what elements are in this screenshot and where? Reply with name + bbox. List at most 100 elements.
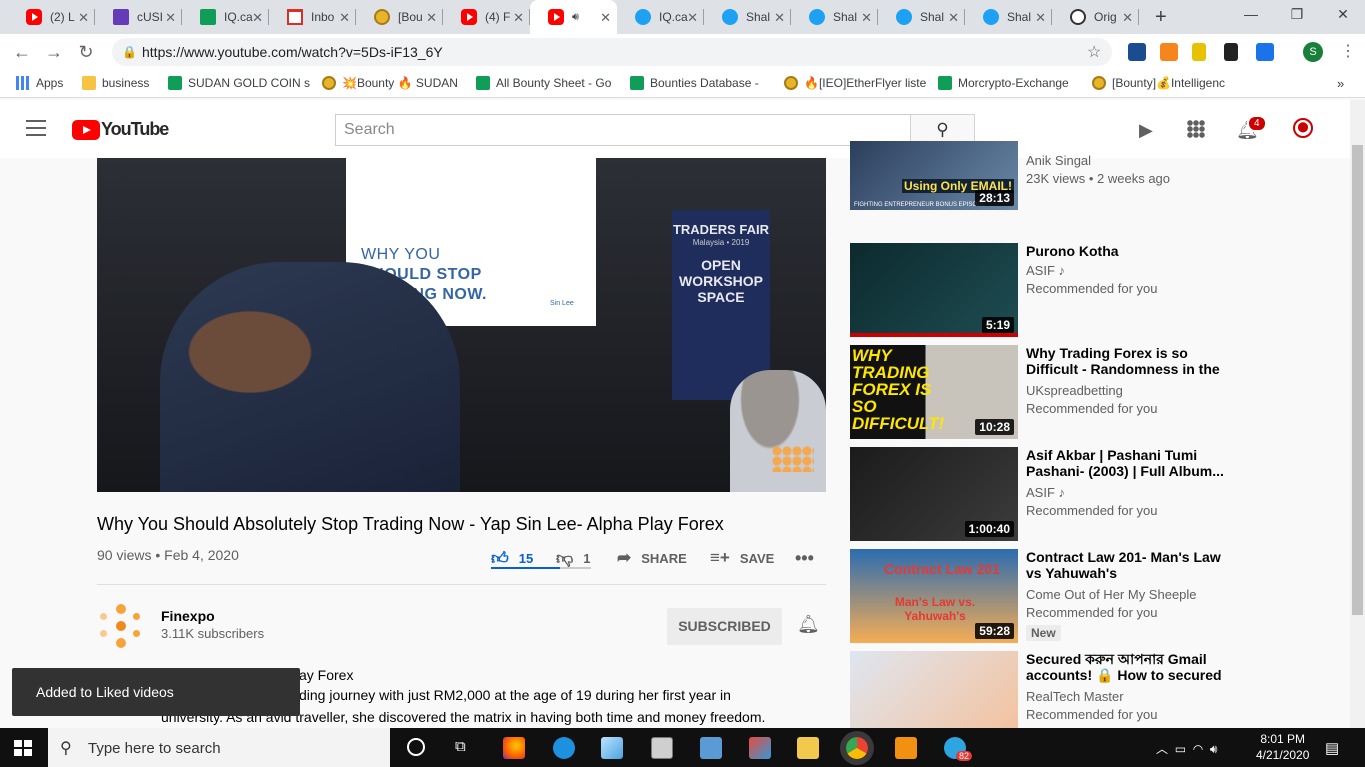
more-actions-icon[interactable]: ••• [795,548,814,569]
browser-tab[interactable]: IQ.ca ✕ [182,0,269,34]
bookmark-item[interactable]: All Bounty Sheet - Go [476,76,621,90]
browser-tab[interactable]: Orig ✕ [1052,0,1139,34]
taskbar-search-input[interactable]: Type here to search [48,728,390,767]
video-thumbnail[interactable]: 1:00:40 [850,447,1018,541]
extension-p-icon[interactable] [1128,43,1146,61]
dislike-button[interactable]: 👎︎ 1 [556,548,591,569]
bookmark-item[interactable]: [Bounty]💰Intelligenc [1092,76,1232,90]
minimize-button[interactable]: — [1236,6,1266,22]
video-thumbnail[interactable]: WHY TRADING FOREX IS SO DIFFICULT! 10:28 [850,345,1018,439]
subscribe-button[interactable]: SUBSCRIBED [667,608,782,645]
apps-grid-icon[interactable] [1187,120,1205,138]
youtube-logo-icon[interactable] [72,120,100,140]
tab-close-icon[interactable]: ✕ [513,10,524,26]
save-button[interactable]: ≡+ SAVE [710,548,774,568]
tray-chevron-icon[interactable]: ︿ [1156,742,1168,756]
video-thumbnail[interactable]: 5:19 [850,243,1018,337]
recommended-video-title[interactable]: Contract Law 201- Man's Law vs Yahuwah's [1026,549,1236,581]
browser-tab[interactable]: Shal ✕ [704,0,791,34]
browser-tab[interactable]: (4) F ✕ [443,0,530,34]
system-clock[interactable]: 8:01 PM 4/21/2020 [1256,731,1309,763]
edge-icon[interactable] [553,737,575,759]
tab-close-icon[interactable]: ✕ [774,10,785,26]
scrollbar-thumb[interactable] [1352,145,1363,615]
new-tab-button[interactable]: + [1155,6,1167,29]
file-explorer-icon[interactable] [797,737,819,759]
browser-tab[interactable]: [Bou ✕ [356,0,443,34]
back-button[interactable]: ← [12,42,32,63]
wifi-icon[interactable]: ◠ [1193,742,1203,756]
calculator-icon[interactable] [651,737,673,759]
lock-icon[interactable]: 🔒 [122,45,137,59]
create-video-icon[interactable]: ▶︎ [1139,120,1153,141]
app-icon[interactable] [700,737,722,759]
bookmark-item[interactable]: SUDAN GOLD COIN s [168,76,313,90]
bookmark-star-icon[interactable]: ☆ [1087,42,1101,62]
recommended-channel-name[interactable]: ASIF ♪ [1026,263,1065,278]
search-input[interactable]: Search [335,114,911,146]
browser-tab[interactable]: Shal ✕ [791,0,878,34]
recommended-video[interactable]: Contract Law 201 Man's Law vs. Yahuwah's 5… [850,549,1250,643]
recommended-video[interactable]: 1:00:40 Asif Akbar | Pashani Tumi Pashani… [850,447,1250,541]
metamask-icon[interactable] [1160,43,1178,61]
recommended-video[interactable]: 5:19 Purono Kotha ASIF ♪ Recommended for yo… [850,243,1250,337]
remote-desktop-icon[interactable] [601,737,623,759]
browser-tab[interactable]: 🔊︎ ✕ [530,0,617,34]
recommended-video-title[interactable]: Asif Akbar | Pashani Tumi Pashani- (2003… [1026,447,1236,479]
tab-close-icon[interactable]: ✕ [78,10,89,26]
tab-close-icon[interactable]: ✕ [861,10,872,26]
system-tray[interactable]: ︿ ▭ ◠ 🔊︎ [1156,740,1217,757]
tab-close-icon[interactable]: ✕ [687,10,698,26]
start-button-icon[interactable] [14,740,32,756]
url-text[interactable]: https://www.youtube.com/watch?v=5Ds-iF13… [142,44,443,60]
recommended-video-title[interactable]: Why Trading Forex is so Difficult - Rand… [1026,345,1236,379]
bookmark-item[interactable]: Morcrypto-Exchange [938,76,1083,90]
youtube-wordmark[interactable]: YouTube [101,119,169,140]
maximize-button[interactable]: ❐ [1282,6,1312,23]
video-thumbnail[interactable]: Contract Law 201 Man's Law vs. Yahuwah's 5… [850,549,1018,643]
recommended-video[interactable]: Using Only EMAIL! FIGHTING ENTREPRENEUR B… [850,141,1250,235]
bookmark-item[interactable]: Apps [16,76,72,90]
firefox-icon[interactable] [503,737,525,759]
video-thumbnail[interactable]: Using Only EMAIL! FIGHTING ENTREPRENEUR B… [850,141,1018,210]
chrome-menu-icon[interactable]: ⋮ [1340,41,1356,61]
tab-close-icon[interactable]: ✕ [1035,10,1046,26]
extension-check-icon[interactable] [1256,43,1274,61]
bookmark-item[interactable]: Bounties Database - [630,76,775,90]
browser-tab[interactable]: Shal ✕ [965,0,1052,34]
recommended-video-title[interactable]: Purono Kotha [1026,243,1236,259]
channel-notification-bell-icon[interactable]: 🔔︎ [797,614,820,635]
battery-icon[interactable]: ▭ [1175,742,1186,756]
channel-avatar[interactable] [97,604,145,648]
like-button[interactable]: 👍︎ 15 [491,548,533,569]
bookmark-item[interactable]: business [82,76,162,90]
paint-icon[interactable] [749,737,771,759]
cortana-icon[interactable] [407,738,425,756]
extension-bolt-icon[interactable] [1192,43,1206,61]
reload-button[interactable]: ↻ [76,42,96,63]
browser-tab[interactable]: cUSI ✕ [95,0,182,34]
tab-close-icon[interactable]: ✕ [252,10,263,26]
recommended-video-title[interactable]: Secured করুন আপনার Gmail accounts! 🔒 How… [1026,651,1236,685]
bookmark-item[interactable]: 🔥[IEO]EtherFlyer liste [784,76,929,90]
tab-close-icon[interactable]: ✕ [948,10,959,26]
tab-close-icon[interactable]: ✕ [339,10,350,26]
tab-close-icon[interactable]: ✕ [165,10,176,26]
browser-tab[interactable]: Shal ✕ [878,0,965,34]
action-center-icon[interactable]: ▤ [1325,739,1339,757]
browser-tab[interactable]: (2) L ✕ [8,0,95,34]
tab-close-icon[interactable]: ✕ [1122,10,1133,26]
recommended-video[interactable]: WHY TRADING FOREX IS SO DIFFICULT! 10:28 W… [850,345,1250,439]
sublime-text-icon[interactable] [895,737,917,759]
account-avatar[interactable]: ⬤ [1293,118,1313,138]
profile-avatar[interactable]: S [1303,42,1323,62]
recommended-channel-name[interactable]: Come Out of Her My Sheeple [1026,587,1197,602]
audio-playing-icon[interactable]: 🔊︎ [572,11,579,24]
volume-icon[interactable]: 🔊︎ [1210,742,1218,756]
extension-m-icon[interactable] [1224,43,1238,61]
bookmark-item[interactable]: 💥Bounty 🔥 SUDAN [322,76,467,90]
share-button[interactable]: ➦ SHARE [617,548,687,568]
hamburger-menu-icon[interactable] [26,120,46,136]
channel-name[interactable]: Finexpo [161,608,215,624]
browser-tab[interactable]: Inbo ✕ [269,0,356,34]
